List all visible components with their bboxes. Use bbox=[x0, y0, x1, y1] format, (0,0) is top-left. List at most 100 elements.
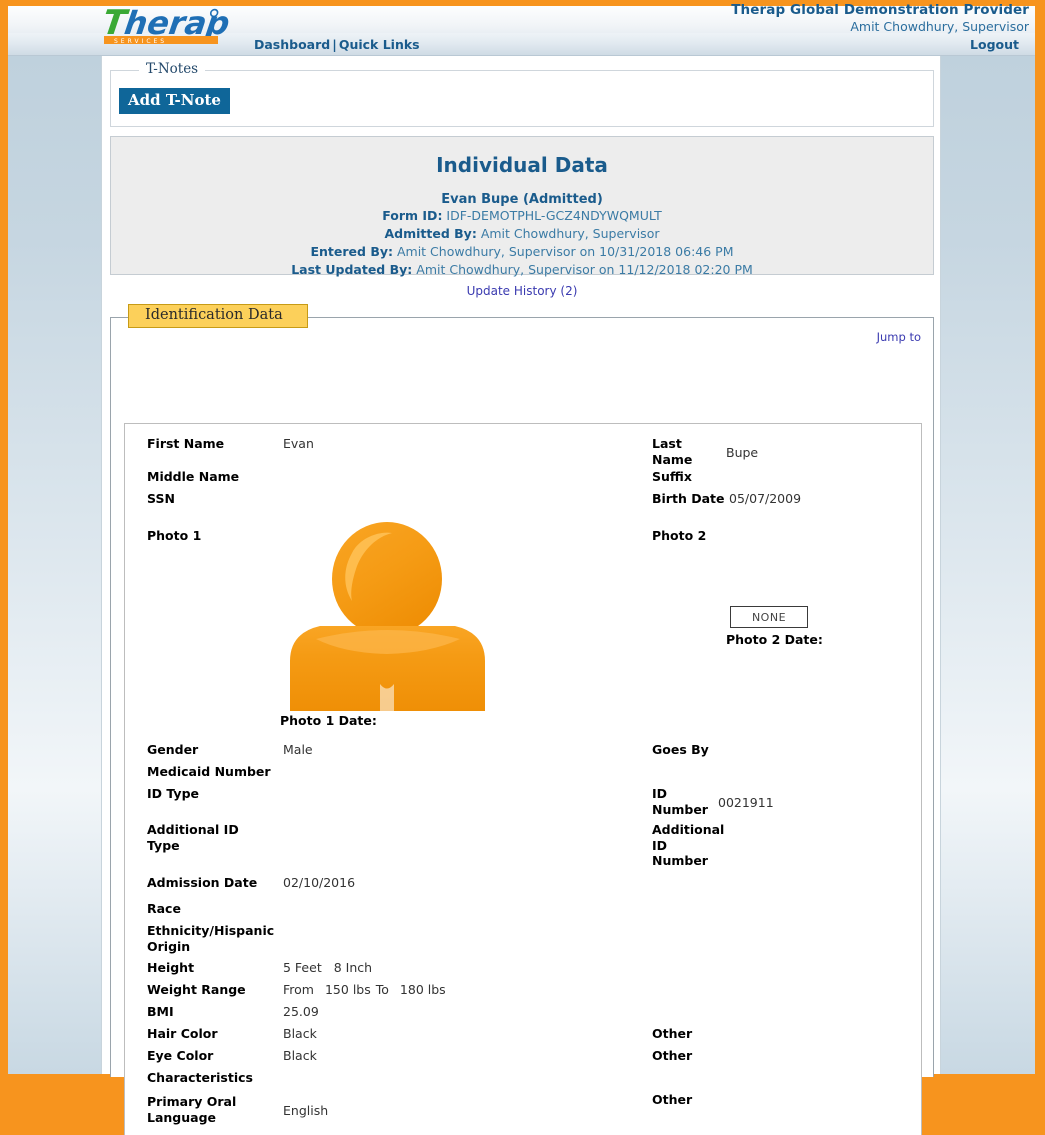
eye-color-label: Eye Color bbox=[147, 1048, 214, 1063]
tnotes-panel: T-Notes Add T-Note bbox=[110, 61, 934, 127]
field-last-name: Last Name Bupe bbox=[652, 436, 758, 467]
update-history-link[interactable]: Update History (2) bbox=[467, 284, 578, 298]
therap-logo[interactable]: T herap SERVICES bbox=[92, 0, 262, 48]
eye-color-value: Black bbox=[283, 1048, 317, 1063]
current-user: Amit Chowdhury, Supervisor bbox=[850, 18, 1029, 34]
additional-id-type-label: Additional ID Type bbox=[147, 822, 239, 853]
language-other-label: Other bbox=[652, 1092, 693, 1107]
nav-dashboard-link[interactable]: Dashboard bbox=[254, 37, 330, 52]
field-id-number: ID Number 0021911 bbox=[652, 786, 774, 817]
id-number-label: ID Number bbox=[652, 786, 708, 817]
ethnicity-label: Ethnicity/Hispanic Origin bbox=[147, 923, 275, 954]
field-goes-by: Goes By bbox=[652, 742, 726, 758]
photo1-date-label-text: Photo 1 Date: bbox=[280, 713, 377, 728]
field-race: Race bbox=[147, 901, 283, 917]
first-name-label: First Name bbox=[147, 436, 225, 451]
photo2-date-label: Photo 2 Date: bbox=[726, 632, 823, 648]
characteristics-label: Characteristics bbox=[147, 1070, 253, 1085]
height-label: Height bbox=[147, 960, 195, 975]
logout-link[interactable]: Logout bbox=[970, 37, 1019, 52]
form-id-value: IDF-DEMOTPHL-GCZ4NDYWQMULT bbox=[446, 208, 662, 223]
goes-by-label: Goes By bbox=[652, 742, 709, 757]
provider-name: Therap Global Demonstration Provider bbox=[731, 2, 1029, 18]
weight-range-label: Weight Range bbox=[147, 982, 246, 997]
weight-from-value: 150 lbs bbox=[324, 982, 371, 997]
entered-by-row: Entered By: Amit Chowdhury, Supervisor o… bbox=[111, 244, 933, 261]
field-height: Height 5 Feet 8 Inch bbox=[147, 960, 372, 976]
suffix-label: Suffix bbox=[652, 469, 692, 484]
form-id-row: Form ID: IDF-DEMOTPHL-GCZ4NDYWQMULT bbox=[111, 208, 933, 225]
identification-data-box: First Name Evan Middle Name SSN Gender M… bbox=[124, 423, 922, 1135]
svg-text:SERVICES: SERVICES bbox=[114, 38, 167, 45]
field-middle-name: Middle Name bbox=[147, 469, 283, 485]
admitted-by-value: Amit Chowdhury, Supervisor bbox=[480, 225, 660, 241]
provider-identity: Therap Global Demonstration Provider Ami… bbox=[731, 2, 1029, 35]
field-characteristics: Characteristics bbox=[147, 1070, 283, 1086]
field-suffix: Suffix bbox=[652, 469, 726, 485]
photo1-date-label: Photo 1 Date: bbox=[280, 713, 377, 729]
hair-color-value: Black bbox=[283, 1026, 317, 1041]
field-ethnicity: Ethnicity/Hispanic Origin bbox=[147, 923, 283, 954]
birth-date-value: 05/07/2009 bbox=[729, 491, 802, 506]
eye-other-label: Other bbox=[652, 1048, 693, 1063]
identification-data-tab[interactable]: Identification Data bbox=[128, 304, 308, 329]
field-eye-color: Eye Color Black bbox=[147, 1048, 317, 1064]
individual-data-header-panel: Individual Data Evan Bupe (Admitted) For… bbox=[110, 136, 934, 277]
photo2-date-label-text: Photo 2 Date: bbox=[726, 632, 823, 647]
id-number-value: 0021911 bbox=[718, 795, 774, 810]
field-first-name: First Name Evan bbox=[147, 436, 314, 452]
add-tnote-button[interactable]: Add T-Note bbox=[119, 88, 230, 114]
nav-separator: | bbox=[332, 37, 337, 52]
photo2-label: Photo 2 bbox=[652, 528, 707, 543]
jump-to-link[interactable]: Jump to bbox=[877, 330, 921, 344]
bmi-value: 25.09 bbox=[283, 1004, 319, 1019]
nav-quick-links[interactable]: Quick Links bbox=[339, 37, 420, 52]
form-id-label: Form ID: bbox=[382, 208, 443, 223]
admitted-by-row: Admitted By: Amit Chowdhury, Supervisor bbox=[111, 226, 933, 243]
weight-to-value: 180 lbs bbox=[399, 982, 446, 997]
admitted-by-label: Admitted By: bbox=[384, 225, 477, 241]
hair-other-label: Other bbox=[652, 1026, 693, 1041]
field-gender: Gender Male bbox=[147, 742, 313, 758]
primary-oral-language-label: Primary Oral Language bbox=[147, 1094, 237, 1125]
last-updated-by-label: Last Updated By: bbox=[291, 261, 413, 277]
primary-oral-language-value: English bbox=[283, 1103, 329, 1118]
hair-color-label: Hair Color bbox=[147, 1026, 218, 1041]
page-title: Individual Data bbox=[436, 153, 608, 177]
field-medicaid-number: Medicaid Number bbox=[147, 764, 283, 780]
tnotes-legend: T-Notes bbox=[139, 61, 206, 77]
field-additional-id-type: Additional ID Type bbox=[147, 822, 261, 853]
weight-from-label: From bbox=[283, 982, 314, 997]
field-weight-range: Weight Range From 150 lbs To 180 lbs bbox=[147, 982, 446, 998]
field-ssn: SSN bbox=[147, 491, 283, 507]
field-hair-color-other: Other bbox=[652, 1026, 692, 1042]
field-additional-id-number: Additional ID Number bbox=[652, 822, 730, 869]
page-body-background: T-Notes Add T-Note Individual Data Evan … bbox=[8, 56, 1035, 1135]
id-type-label: ID Type bbox=[147, 786, 199, 801]
field-language-other: Other bbox=[652, 1092, 692, 1108]
field-admission-date: Admission Date 02/10/2016 bbox=[147, 875, 355, 891]
height-feet-value: 5 Feet bbox=[283, 960, 322, 975]
gender-value: Male bbox=[283, 742, 313, 757]
photo1-label: Photo 1 bbox=[147, 528, 202, 543]
last-name-label: Last Name bbox=[652, 436, 693, 467]
bmi-label: BMI bbox=[147, 1004, 174, 1019]
last-name-value: Bupe bbox=[726, 445, 759, 460]
field-birth-date: Birth Date 05/07/2009 bbox=[652, 491, 801, 507]
field-id-type: ID Type bbox=[147, 786, 283, 802]
field-primary-oral-language: Primary Oral Language English bbox=[147, 1094, 328, 1125]
identification-data-section: Identification Data Jump to First Name E… bbox=[110, 304, 934, 1135]
last-updated-by-value: Amit Chowdhury, Supervisor on 11/12/2018… bbox=[416, 261, 753, 277]
field-hair-color: Hair Color Black bbox=[147, 1026, 317, 1042]
entered-by-value: Amit Chowdhury, Supervisor on 10/31/2018… bbox=[396, 243, 734, 259]
birth-date-label: Birth Date bbox=[652, 491, 725, 506]
nav-links: Dashboard | Quick Links bbox=[254, 37, 420, 52]
entered-by-label: Entered By: bbox=[310, 243, 393, 259]
middle-name-label: Middle Name bbox=[147, 469, 240, 484]
update-history-wrap: Update History (2) bbox=[102, 284, 942, 298]
last-updated-by-row: Last Updated By: Amit Chowdhury, Supervi… bbox=[111, 262, 933, 279]
race-label: Race bbox=[147, 901, 181, 916]
photo1-avatar-image bbox=[280, 521, 500, 711]
height-inch-value: 8 Inch bbox=[333, 960, 373, 975]
medicaid-number-label: Medicaid Number bbox=[147, 764, 271, 779]
